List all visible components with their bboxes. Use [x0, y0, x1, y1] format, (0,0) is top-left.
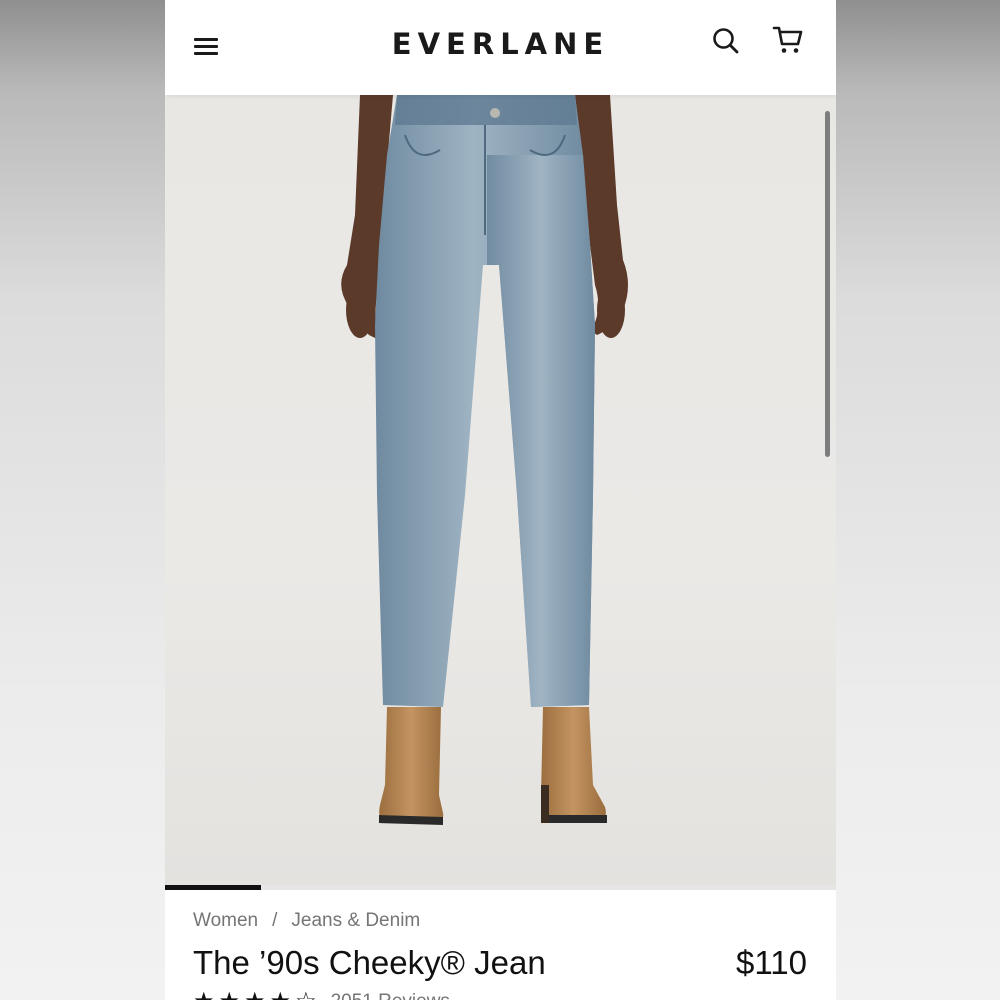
model-wearing-jeans-illustration	[341, 95, 628, 825]
product-title: The ’90s Cheeky® Jean	[193, 944, 546, 981]
search-icon[interactable]	[711, 26, 741, 56]
product-price: $110	[736, 944, 807, 981]
product-image[interactable]	[165, 95, 836, 885]
site-header: EVERLANE	[165, 0, 836, 95]
star-icon: ★	[193, 990, 215, 1000]
half-star-icon: ☆	[295, 990, 317, 1000]
star-icon: ★	[270, 990, 292, 1000]
rating-row[interactable]: ★ ★ ★ ★ ☆ 2051 Reviews	[193, 990, 450, 1000]
product-info: Women / Jeans & Denim The ’90s Cheeky® Jea…	[165, 890, 836, 1000]
star-icon: ★	[244, 990, 266, 1000]
breadcrumb-jeans-denim[interactable]: Jeans & Denim	[291, 910, 420, 931]
shopping-cart-icon[interactable]	[772, 24, 804, 56]
scrollbar[interactable]	[825, 111, 830, 457]
breadcrumb-separator: /	[272, 910, 278, 931]
reviews-link[interactable]: 2051 Reviews	[331, 991, 450, 1000]
star-icon: ★	[219, 990, 241, 1000]
breadcrumb-women[interactable]: Women	[193, 910, 258, 931]
breadcrumb: Women / Jeans & Denim	[193, 910, 420, 932]
phone-screen: EVERLANE Women / Jeans & Denim The ’90s …	[165, 0, 836, 1000]
